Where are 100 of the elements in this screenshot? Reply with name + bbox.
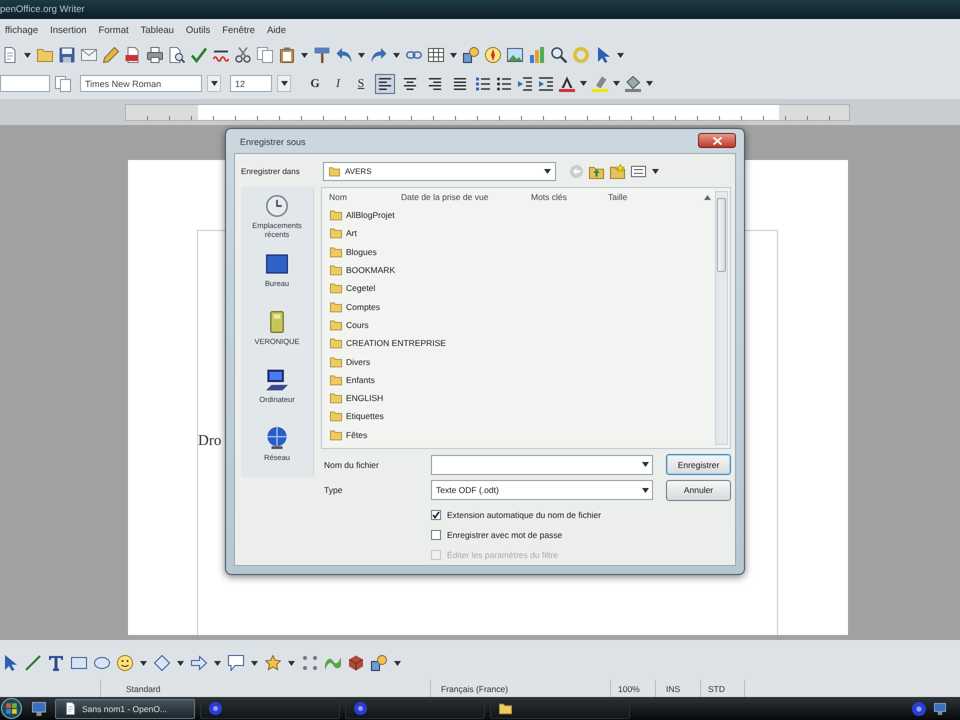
caret-icon[interactable] [210,81,218,86]
caret-icon[interactable] [280,81,288,86]
brush-icon[interactable] [314,47,330,63]
menu-item[interactable]: Insertion [45,25,92,36]
table-icon[interactable] [428,47,444,63]
taskbar-button[interactable] [490,698,630,718]
caret-icon[interactable] [393,52,400,58]
page-icon[interactable] [2,47,18,63]
pencil-icon[interactable] [103,47,119,63]
folder-item[interactable]: Fêtes [322,426,374,444]
menu-item[interactable]: ffichage [0,25,44,36]
highlighter-icon[interactable] [592,76,608,92]
printer-icon[interactable] [147,47,163,63]
dropdown-button[interactable] [277,75,291,92]
folder-item[interactable]: Comptes [322,297,386,316]
pages-icon[interactable] [257,47,273,63]
diamond-icon[interactable] [154,655,170,671]
folder-item[interactable]: Art [322,224,363,243]
indent-icon[interactable] [538,76,554,92]
folder-item[interactable]: Cegetel [322,279,382,298]
bullet-list-icon[interactable] [496,76,512,92]
caret-icon[interactable] [140,660,147,666]
cursor-arrow-icon[interactable] [595,47,611,63]
close-button[interactable] [698,133,736,148]
scrollbar[interactable] [715,191,728,445]
folder-icon[interactable] [37,47,53,63]
caret-icon[interactable] [177,660,184,666]
file-name-field[interactable] [431,454,653,474]
pages-icon[interactable] [55,76,71,92]
folder-item[interactable]: Etiquettes [322,407,390,426]
caret-icon[interactable] [358,52,365,58]
taskbar-button[interactable]: Sans nom1 - OpenO... [55,698,195,718]
shapes-icon[interactable] [463,47,479,63]
folder-item[interactable]: Divers [322,352,376,371]
outdent-icon[interactable] [517,76,533,92]
cursor-arrow-icon[interactable] [2,655,18,671]
caret-icon[interactable] [251,660,258,666]
menu-item[interactable]: Tableau [136,25,179,36]
scissors-icon[interactable] [235,47,251,63]
save-in-dropdown[interactable]: AVERS [323,162,556,181]
caret-icon[interactable] [580,81,587,86]
folder-item[interactable]: CREATION ENTREPRISE [322,334,452,352]
star-icon[interactable] [265,655,281,671]
folder-item[interactable]: Enfants [322,370,381,389]
folder-item[interactable]: ENGLISH [322,388,390,408]
format-button[interactable]: G [306,74,324,92]
menu-item[interactable]: Aide [262,25,291,36]
callout-icon[interactable] [228,655,244,671]
list-view-icon[interactable] [631,164,646,179]
caret-icon[interactable] [301,52,308,58]
folder-item[interactable]: Blogues [322,242,383,261]
caret-icon[interactable] [613,81,620,86]
line-icon[interactable] [25,655,41,671]
magnifier-icon[interactable] [551,47,567,63]
file-type-dropdown[interactable]: Texte ODF (.odt) [431,480,653,500]
caret-icon[interactable] [24,52,31,58]
checkbox[interactable] [431,530,441,540]
shapes-icon[interactable] [371,655,387,671]
folder-arrow-icon[interactable] [589,164,604,179]
start-button[interactable] [1,698,22,719]
caret-icon[interactable] [288,660,295,666]
menu-item[interactable]: Outils [180,25,216,36]
monitor-icon[interactable] [934,702,946,714]
font-size-field[interactable]: 12 [230,75,272,92]
folder-item[interactable]: BOOKMARK [322,260,402,280]
cube-icon[interactable] [348,655,364,671]
clipboard-icon[interactable] [279,47,295,63]
envelope-icon[interactable] [81,47,97,63]
floppy-icon[interactable] [59,47,75,63]
caret-icon[interactable] [394,660,401,666]
menu-item[interactable]: Format [94,25,134,36]
monitor-icon[interactable] [32,702,46,716]
dropdown-button[interactable] [207,75,221,92]
cancel-button[interactable]: Annuler [666,480,731,500]
caret-icon[interactable] [214,660,221,666]
page-magnifier-icon[interactable] [169,47,185,63]
format-button[interactable]: I [329,74,347,92]
font-name-field[interactable]: Times New Roman [80,75,202,92]
compass-icon[interactable] [485,47,501,63]
format-button[interactable]: S [352,74,370,92]
column-header[interactable]: Nom [329,192,347,202]
folder-star-icon[interactable] [610,164,625,179]
pdf-page-icon[interactable] [125,47,141,63]
tick-icon[interactable] [191,47,207,63]
block-arrow-icon[interactable] [191,655,207,671]
paint-bucket-icon[interactable] [625,76,641,92]
font-color-icon[interactable] [559,76,575,92]
rectangle-icon[interactable] [71,655,87,671]
checkbox[interactable] [431,510,441,520]
align-left-icon[interactable] [375,74,395,94]
dots-icon[interactable] [302,655,318,671]
list-icon[interactable] [475,76,491,92]
text-tool-icon[interactable] [48,655,64,671]
caret-icon[interactable] [617,52,624,58]
save-button[interactable]: Enregistrer [666,454,731,475]
caret-icon[interactable] [652,169,659,174]
column-header[interactable]: Mots clés [531,192,567,202]
bar-chart-icon[interactable] [529,47,545,63]
scroll-thumb[interactable] [717,198,726,272]
column-header[interactable]: Date de la prise de vue [401,192,488,202]
